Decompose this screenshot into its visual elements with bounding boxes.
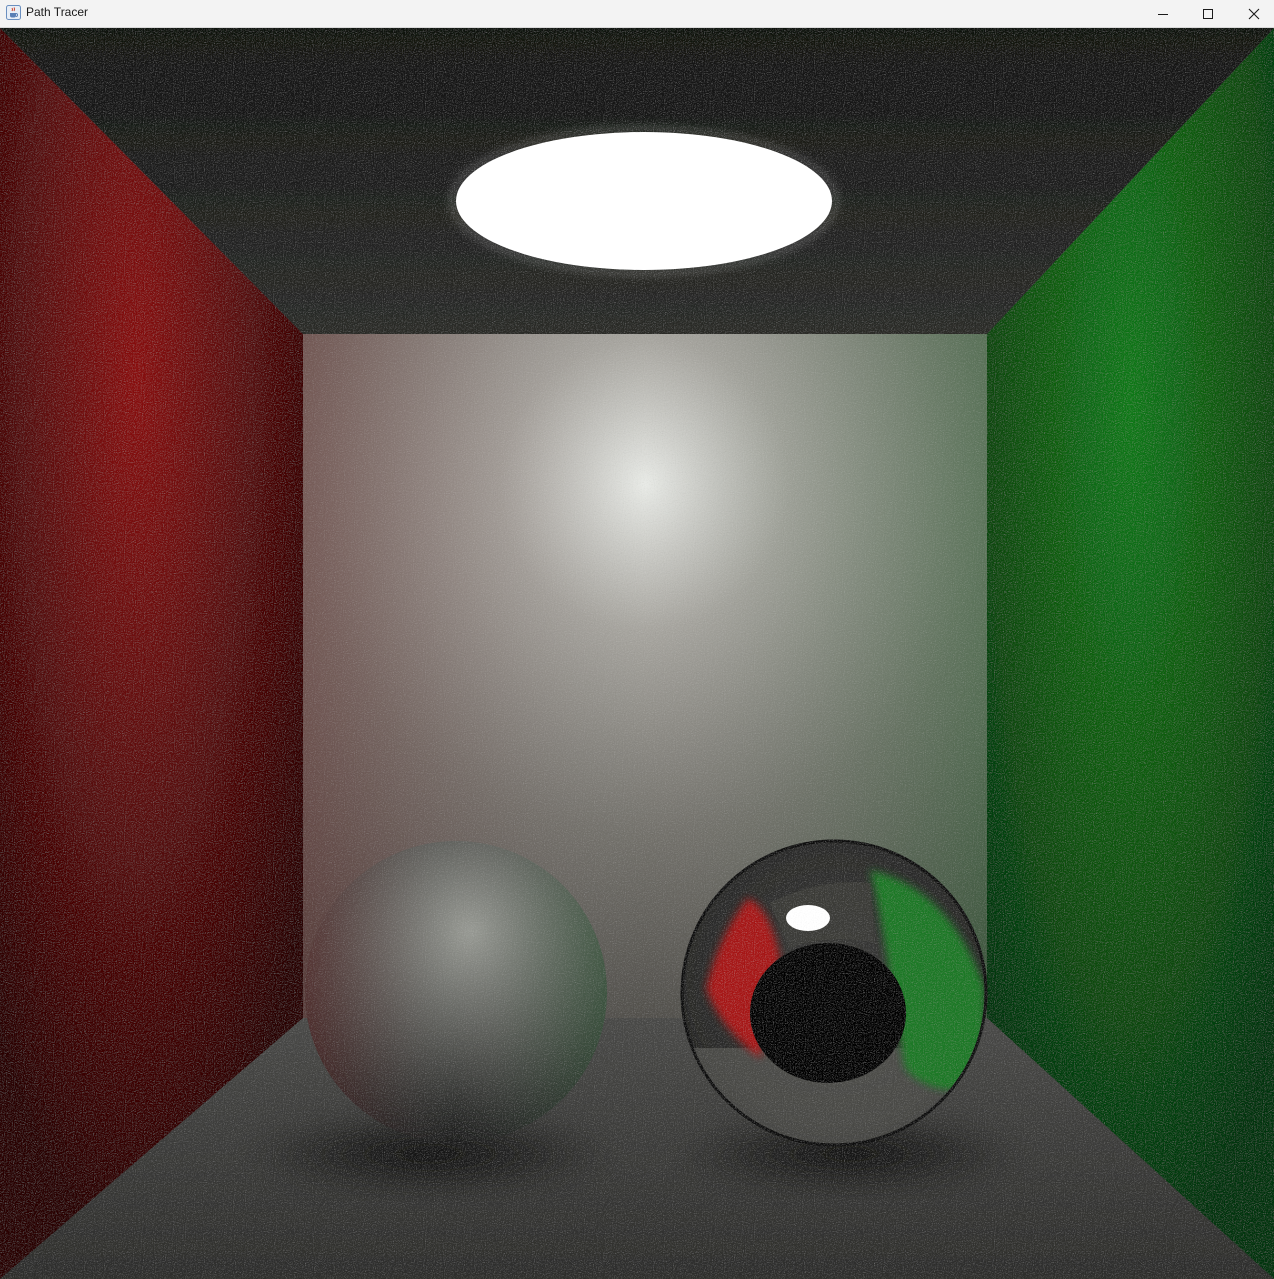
title-bar[interactable]: Path Tracer [0, 0, 1274, 28]
rendered-scene [0, 28, 1274, 1279]
maximize-button[interactable] [1185, 0, 1231, 27]
maximize-icon [1202, 8, 1214, 20]
close-button[interactable] [1231, 0, 1274, 27]
java-cup-icon [6, 5, 21, 20]
close-icon [1248, 8, 1260, 20]
minimize-button[interactable] [1140, 0, 1186, 27]
render-canvas [0, 28, 1274, 1279]
ceiling-light [456, 132, 832, 270]
minimize-icon [1157, 8, 1169, 20]
diffuse-sphere [305, 841, 607, 1143]
window-title: Path Tracer [26, 5, 89, 19]
mirror-light-highlight [786, 905, 830, 931]
mirror-sphere [680, 839, 988, 1147]
app-window: Path Tracer [0, 0, 1274, 1279]
